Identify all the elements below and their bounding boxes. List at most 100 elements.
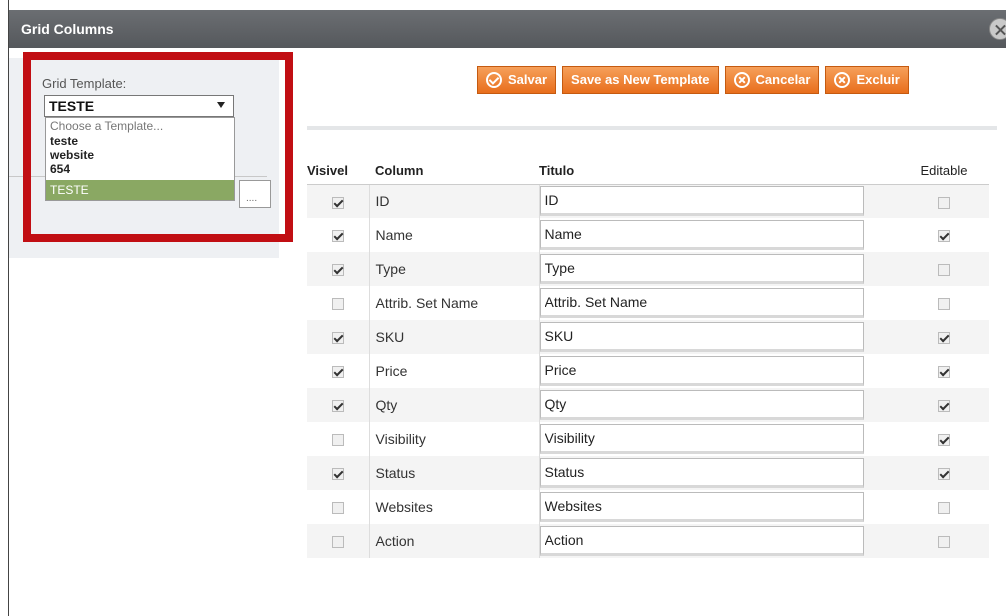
- visible-checkbox[interactable]: [331, 298, 344, 311]
- title-input[interactable]: [539, 424, 864, 454]
- title-input[interactable]: [539, 220, 864, 250]
- visible-cell: [307, 456, 369, 490]
- header-editable: Editable: [899, 158, 989, 185]
- editable-checkbox[interactable]: [938, 264, 950, 277]
- cancel-button[interactable]: Cancelar: [724, 66, 820, 94]
- extra-columns-field[interactable]: ....: [239, 180, 271, 208]
- visible-cell: [307, 524, 369, 558]
- close-icon[interactable]: [989, 18, 1006, 40]
- template-option[interactable]: teste: [46, 134, 234, 148]
- title-input[interactable]: [539, 186, 864, 217]
- header-visible: Visivel: [307, 158, 369, 185]
- editable-checkbox[interactable]: [938, 366, 950, 379]
- editable-cell: [899, 218, 989, 252]
- table-row: ID: [307, 184, 989, 218]
- table-row: Qty: [307, 388, 989, 422]
- visible-checkbox[interactable]: [331, 536, 344, 549]
- column-name: SKU: [368, 320, 540, 354]
- template-option-selected[interactable]: TESTE: [46, 180, 234, 200]
- visible-checkbox[interactable]: [331, 434, 344, 447]
- column-name: Price: [368, 354, 540, 388]
- column-name: Attrib. Set Name: [368, 286, 540, 320]
- visible-cell: [307, 252, 369, 286]
- visible-checkbox[interactable]: [331, 196, 344, 209]
- column-name: Qty: [368, 388, 540, 422]
- table-row: Type: [307, 252, 989, 286]
- delete-button-label: Excluir: [856, 72, 900, 87]
- table-row: Price: [307, 354, 989, 388]
- editable-checkbox[interactable]: [938, 434, 950, 447]
- table-row: Attrib. Set Name: [307, 286, 989, 320]
- template-option[interactable]: 654: [46, 162, 234, 176]
- title-cell: [539, 524, 899, 558]
- grid-columns-dialog: Grid Columns Grid Template: TESTE Choose…: [8, 0, 1006, 616]
- title-input[interactable]: [539, 492, 864, 522]
- table-row: Visibility: [307, 422, 989, 456]
- editable-checkbox[interactable]: [938, 332, 950, 345]
- visible-cell: [307, 422, 369, 456]
- title-input[interactable]: [539, 322, 864, 352]
- editable-checkbox[interactable]: [938, 298, 950, 311]
- check-icon: [486, 72, 502, 88]
- table-row: Name: [307, 218, 989, 252]
- visible-cell: [307, 490, 369, 524]
- table-row: Status: [307, 456, 989, 490]
- visible-checkbox[interactable]: [331, 502, 344, 515]
- save-button[interactable]: Salvar: [477, 66, 557, 94]
- visible-cell: [307, 286, 369, 320]
- column-name: Visibility: [368, 422, 540, 456]
- visible-checkbox[interactable]: [331, 400, 344, 413]
- visible-checkbox[interactable]: [331, 332, 344, 345]
- title-input[interactable]: [539, 526, 864, 556]
- editable-cell: [899, 320, 989, 354]
- editable-cell: [899, 252, 989, 286]
- selected-template: TESTE: [49, 98, 95, 114]
- visible-cell: [307, 320, 369, 354]
- save-button-label: Salvar: [508, 72, 548, 87]
- title-cell: [539, 320, 899, 354]
- column-name: Type: [368, 252, 540, 286]
- grid-template-label: Grid Template:: [42, 76, 127, 91]
- editable-cell: [899, 286, 989, 320]
- visible-checkbox[interactable]: [331, 366, 344, 379]
- column-name: Name: [368, 218, 540, 252]
- visible-checkbox[interactable]: [331, 468, 344, 481]
- editable-checkbox[interactable]: [938, 230, 950, 243]
- delete-button[interactable]: Excluir: [825, 66, 909, 94]
- title-input[interactable]: [539, 288, 864, 318]
- template-option[interactable]: website: [46, 148, 234, 162]
- editable-checkbox[interactable]: [938, 400, 950, 413]
- visible-checkbox[interactable]: [331, 264, 344, 277]
- visible-checkbox[interactable]: [331, 230, 344, 243]
- grid-template-select[interactable]: TESTE: [44, 95, 234, 117]
- column-name: Status: [368, 456, 540, 490]
- table-row: Action: [307, 524, 989, 558]
- editable-checkbox[interactable]: [938, 468, 950, 481]
- save-as-template-label: Save as New Template: [571, 72, 710, 87]
- title-input[interactable]: [539, 390, 864, 420]
- editable-cell: [899, 524, 989, 558]
- title-input[interactable]: [539, 458, 864, 488]
- dialog-titlebar: Grid Columns: [9, 10, 1006, 48]
- save-as-template-button[interactable]: Save as New Template: [562, 66, 719, 94]
- title-input[interactable]: [539, 356, 864, 386]
- column-name: ID: [368, 184, 540, 218]
- editable-cell: [899, 422, 989, 456]
- toolbar-separator: [307, 126, 997, 130]
- editable-cell: [899, 388, 989, 422]
- editable-cell: [899, 354, 989, 388]
- editable-cell: [899, 184, 989, 218]
- header-title: Titulo: [539, 158, 899, 185]
- template-option[interactable]: Choose a Template...: [46, 118, 234, 134]
- title-cell: [539, 456, 899, 490]
- title-cell: [539, 490, 899, 524]
- editable-checkbox[interactable]: [938, 502, 950, 515]
- title-input[interactable]: [539, 254, 864, 284]
- editable-checkbox[interactable]: [938, 196, 950, 209]
- editable-checkbox[interactable]: [938, 536, 950, 549]
- title-cell: [539, 286, 899, 320]
- grid-body: IDNameTypeAttrib. Set NameSKUPriceQtyVis…: [307, 184, 989, 558]
- dialog-title: Grid Columns: [21, 21, 114, 37]
- template-dropdown-list: Choose a Template... teste website 654 T…: [45, 117, 235, 201]
- editable-cell: [899, 456, 989, 490]
